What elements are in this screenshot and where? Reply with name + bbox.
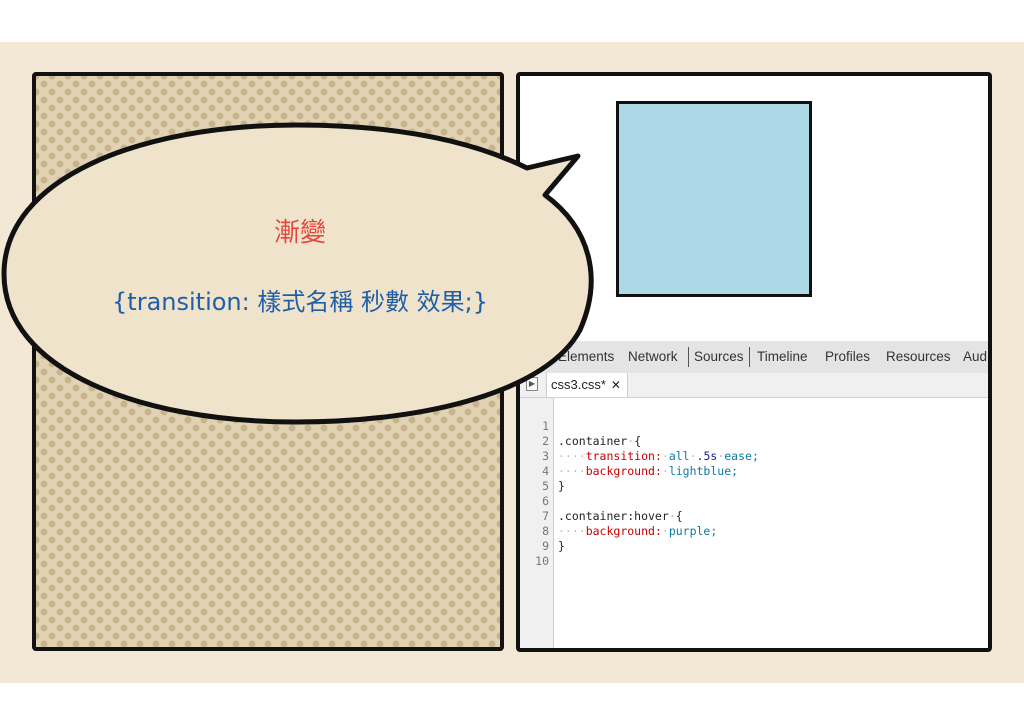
code-line: 6 .container:hover·{ — [520, 479, 988, 523]
bubble-title: 漸變 — [273, 218, 326, 248]
code-line: 9 — [520, 524, 988, 553]
line-number: 10 — [535, 554, 549, 568]
tab-audits[interactable]: Aud — [963, 349, 987, 364]
devtools-window: Elements Network Sources Timeline Profil… — [520, 341, 988, 648]
tab-network[interactable]: Network — [628, 349, 678, 364]
code-line: 2 ····transition:·all·.5s·ease; — [520, 419, 988, 463]
bubble-syntax-text: {transition: 樣式名稱 秒數 效果;} — [112, 288, 488, 316]
code-line: 10 — [520, 539, 988, 568]
code-line: 1 .container·{ — [520, 404, 988, 448]
tab-separator — [688, 347, 689, 367]
file-tab-css3[interactable]: css3.css* ✕ — [546, 373, 628, 397]
code-line: 5 — [520, 464, 988, 493]
tab-separator — [749, 347, 750, 367]
devtools-tab-bar: Elements Network Sources Timeline Profil… — [520, 341, 988, 374]
code-line: 3 ····background:·lightblue; — [520, 434, 988, 478]
code-line: 8 } — [520, 509, 988, 553]
tab-sources[interactable]: Sources — [694, 349, 744, 364]
comic-panel-left — [32, 72, 504, 651]
file-tab-bar: ▶ css3.css* ✕ — [520, 373, 988, 398]
navigator-toggle-icon[interactable]: ▶ — [526, 377, 538, 391]
tab-elements[interactable]: Elements — [558, 349, 614, 364]
demo-container-box[interactable] — [616, 101, 812, 297]
tab-profiles[interactable]: Profiles — [825, 349, 870, 364]
tab-resources[interactable]: Resources — [886, 349, 951, 364]
close-icon[interactable]: ✕ — [611, 378, 621, 392]
code-line: 7 ····background:·purple; — [520, 494, 988, 538]
code-line: 4 } — [520, 449, 988, 493]
tab-timeline[interactable]: Timeline — [757, 349, 808, 364]
comic-panel-right: Elements Network Sources Timeline Profil… — [516, 72, 992, 652]
file-tab-label: css3.css* — [551, 377, 606, 392]
